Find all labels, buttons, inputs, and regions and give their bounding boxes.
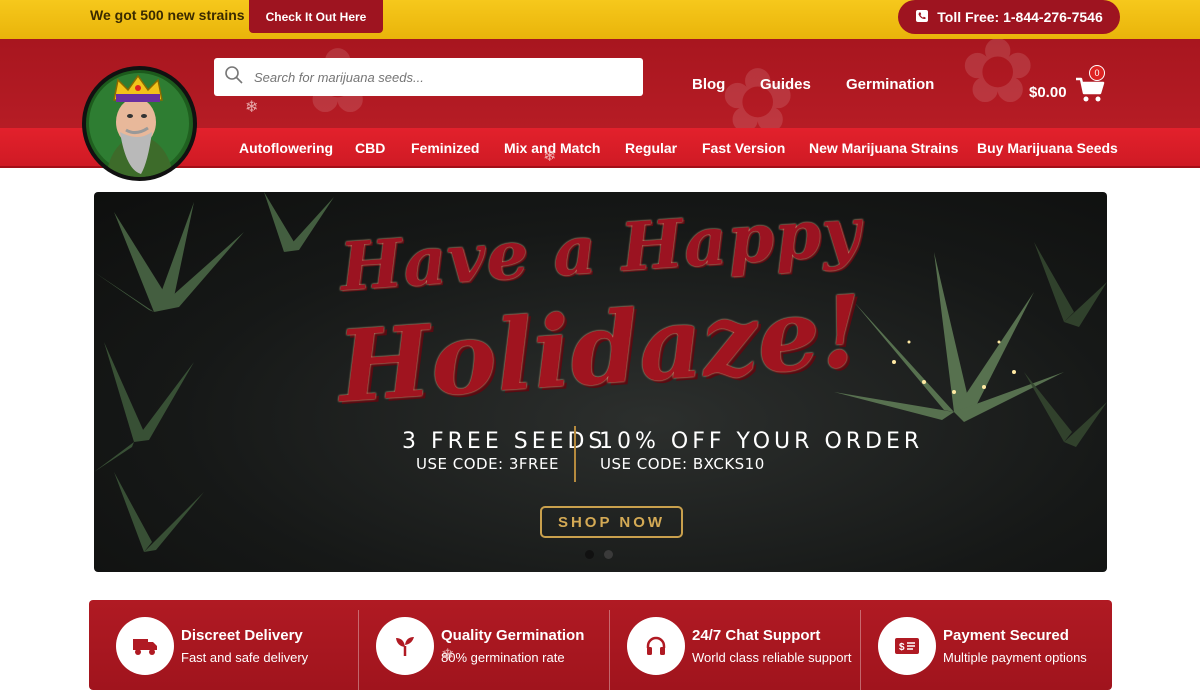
headphones-icon <box>627 617 685 675</box>
feature-title: Payment Secured <box>943 627 1069 644</box>
features-bar: Discreet Delivery Fast and safe delivery… <box>89 600 1112 690</box>
category-fast-version[interactable]: Fast Version <box>702 140 785 156</box>
category-autoflowering[interactable]: Autoflowering <box>239 140 333 156</box>
cart-icon <box>1075 77 1105 107</box>
phone-icon <box>915 9 929 26</box>
slider-dot[interactable] <box>604 550 613 559</box>
offer-discount-heading: 10% OFF YOUR ORDER <box>599 429 924 454</box>
search-bar[interactable] <box>214 58 643 96</box>
category-cbd[interactable]: CBD <box>355 140 385 156</box>
nav-blog[interactable]: Blog <box>692 76 725 93</box>
feature-quality-germination: Quality Germination 80% germination rate <box>349 600 609 690</box>
toll-free-label: Toll Free: 1-844-276-7546 <box>937 9 1103 25</box>
snowflake-icon: ❄ <box>441 647 455 664</box>
check-it-out-button[interactable]: Check It Out Here <box>249 0 383 33</box>
cart-count-badge: 0 <box>1089 65 1105 81</box>
snowflake-icon: ❄ <box>245 99 259 116</box>
svg-text:$: $ <box>899 642 905 653</box>
site-logo[interactable] <box>82 66 197 181</box>
category-regular[interactable]: Regular <box>625 140 677 156</box>
category-buy-seeds[interactable]: Buy Marijuana Seeds <box>977 140 1118 156</box>
category-new-strains[interactable]: New Marijuana Strains <box>809 140 958 156</box>
top-promo-bar: We got 500 new strains Check It Out Here… <box>0 0 1200 39</box>
feature-chat-support: 24/7 Chat Support World class reliable s… <box>600 600 860 690</box>
cart-button[interactable]: $0.00 <box>1029 77 1105 107</box>
nav-germination[interactable]: Germination <box>846 76 934 93</box>
feature-discreet-delivery: Discreet Delivery Fast and safe delivery <box>89 600 359 690</box>
feature-subtitle: 80% germination rate <box>441 650 565 665</box>
crowned-mascot-logo <box>89 73 189 177</box>
nav-guides[interactable]: Guides <box>760 76 811 93</box>
feature-title: 24/7 Chat Support <box>692 627 821 644</box>
feature-subtitle: World class reliable support <box>692 650 852 665</box>
shop-now-button[interactable]: SHOP NOW <box>540 506 683 538</box>
offer-free-seeds-code: USE CODE: 3FREE <box>416 455 559 473</box>
feature-payment-secured: $ Payment Secured Multiple payment optio… <box>851 600 1112 690</box>
search-icon <box>224 65 244 90</box>
feature-title: Discreet Delivery <box>181 627 303 644</box>
sprout-icon <box>376 617 434 675</box>
offer-discount-code: USE CODE: BXCKS10 <box>600 455 765 473</box>
offer-divider <box>574 426 576 482</box>
slider-dot-active[interactable] <box>585 550 594 559</box>
snowflake-icon: ❄ <box>543 148 557 165</box>
cart-total: $0.00 <box>1029 83 1067 101</box>
category-feminized[interactable]: Feminized <box>411 140 479 156</box>
toll-free-button[interactable]: Toll Free: 1-844-276-7546 <box>898 0 1120 34</box>
leaf-background-icon: ✿ <box>960 39 1036 122</box>
search-input[interactable] <box>254 69 624 85</box>
feature-subtitle: Fast and safe delivery <box>181 650 309 665</box>
feature-title: Quality Germination <box>441 627 585 644</box>
promo-text: We got 500 new strains <box>90 7 245 23</box>
hero-banner[interactable]: Have a Happy Holidaze! 3 FREE SEEDS USE … <box>94 192 1107 572</box>
payment-card-icon: $ <box>878 617 936 675</box>
feature-subtitle: Multiple payment options <box>943 650 1087 665</box>
truck-icon <box>116 617 174 675</box>
